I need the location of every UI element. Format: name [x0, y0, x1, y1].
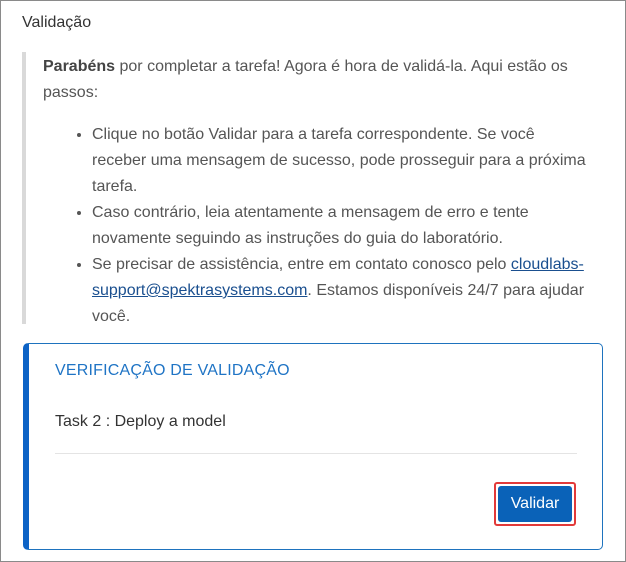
intro-paragraph: Parabéns por completar a tarefa! Agora é… [43, 54, 588, 106]
step-1-text: Clique no botão Validar para a tarefa co… [92, 126, 586, 195]
intro-text: por completar a tarefa! Agora é hora de … [43, 58, 568, 101]
step-item: Clique no botão Validar para a tarefa co… [92, 122, 592, 200]
instructions-blockquote: Parabéns por completar a tarefa! Agora é… [22, 52, 588, 325]
steps-list: Clique no botão Validar para a tarefa co… [72, 122, 592, 330]
card-title: VERIFICAÇÃO DE VALIDAÇÃO [55, 362, 290, 379]
validation-check-card: VERIFICAÇÃO DE VALIDAÇÃO Task 2 : Deploy… [23, 343, 603, 550]
validate-button[interactable]: Validar [498, 486, 572, 522]
validation-panel: Validação Parabéns por completar a taref… [0, 0, 626, 562]
validate-button-highlight: Validar [494, 482, 576, 526]
step-item: Caso contrário, leia atentamente a mensa… [92, 200, 592, 252]
step-item: Se precisar de assistência, entre em con… [92, 252, 592, 330]
task-label: Task 2 : Deploy a model [55, 413, 226, 430]
card-divider [55, 453, 577, 454]
step-2-text: Caso contrário, leia atentamente a mensa… [92, 204, 529, 247]
step-3-text-before: Se precisar de assistência, entre em con… [92, 256, 511, 273]
intro-bold-text: Parabéns [43, 58, 116, 75]
section-title: Validação [22, 14, 92, 31]
